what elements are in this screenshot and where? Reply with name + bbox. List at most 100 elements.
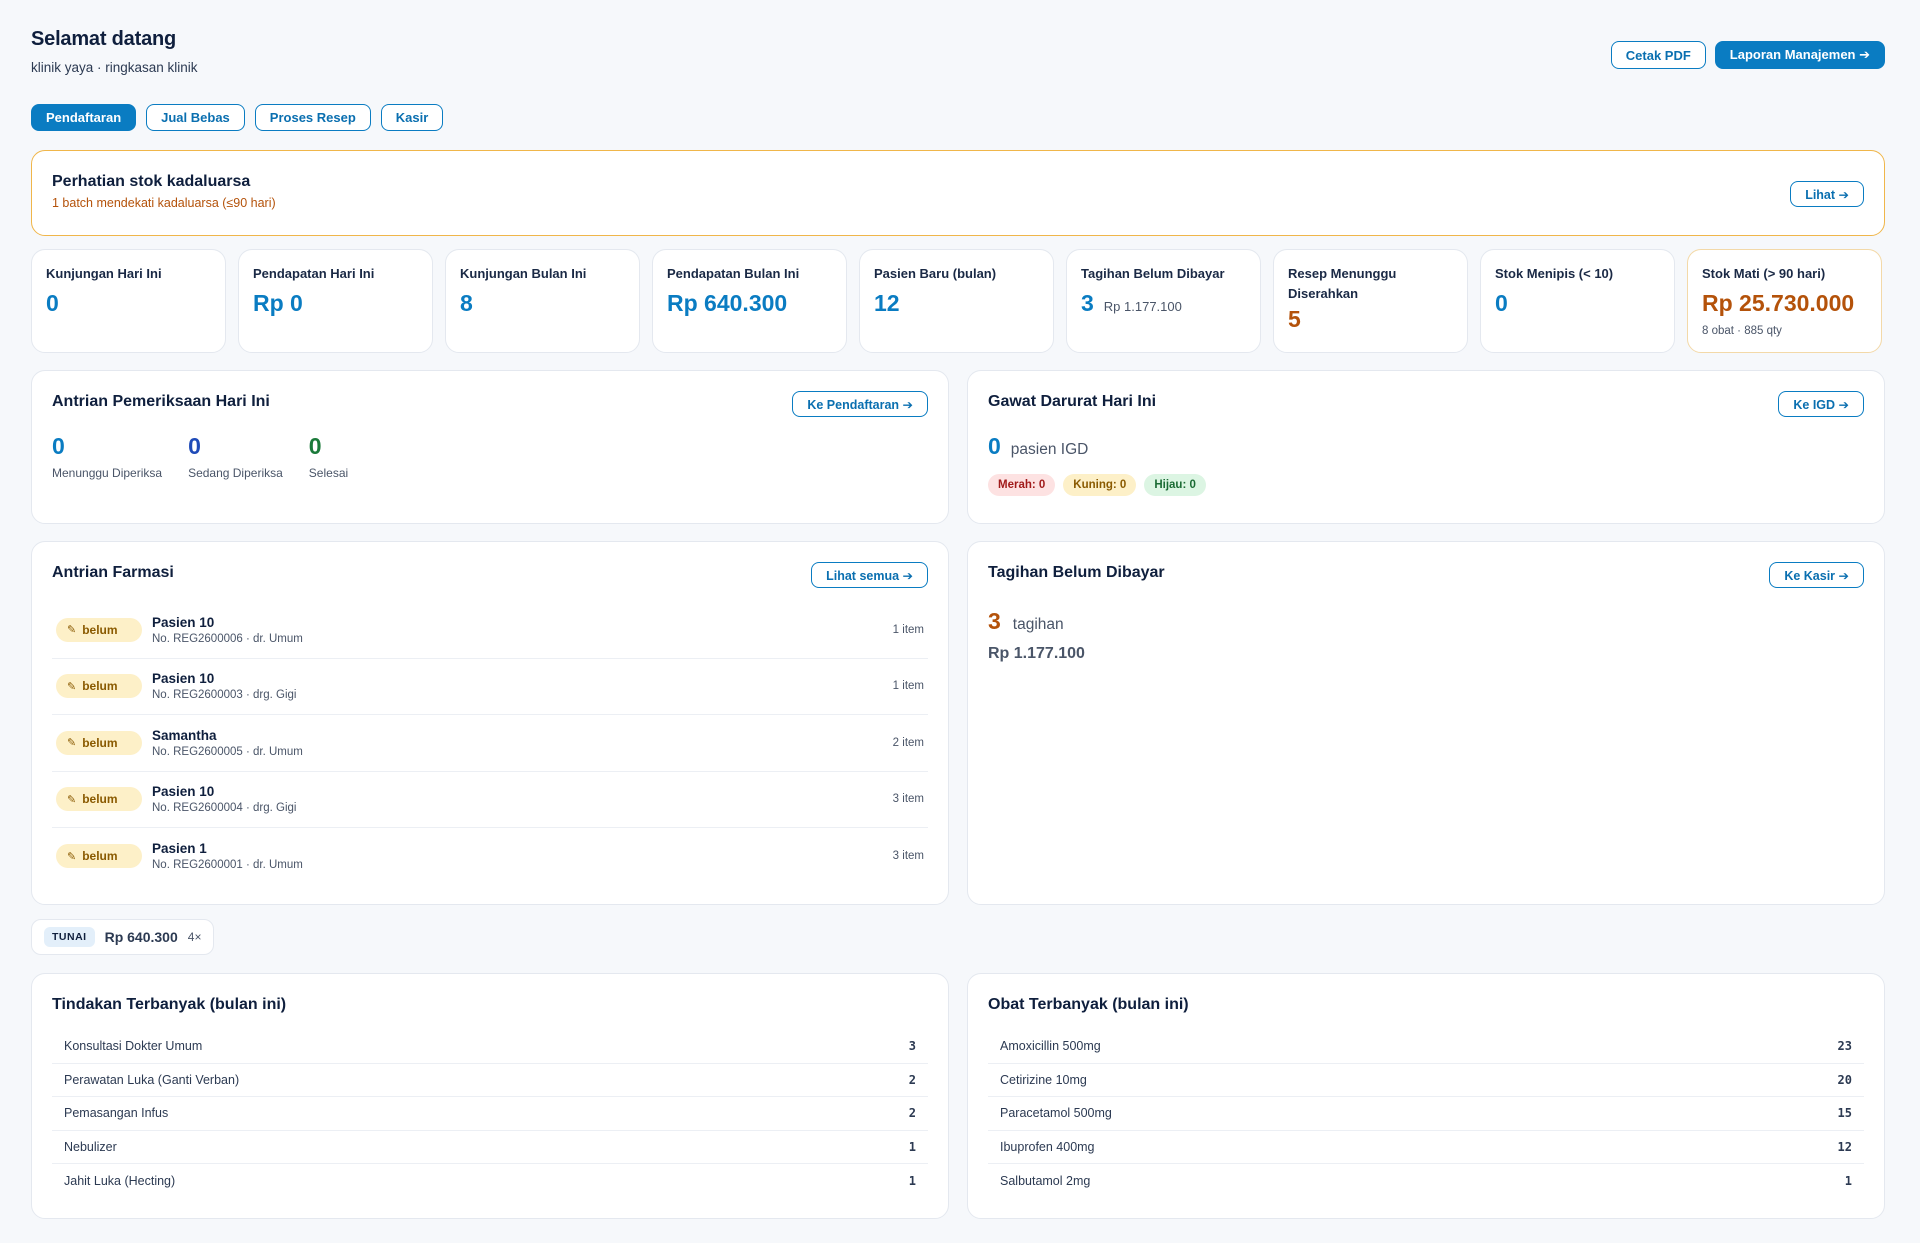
item-name: Pemasangan Infus	[64, 1106, 169, 1121]
item-value: 2	[908, 1072, 916, 1087]
item-count: 1 item	[892, 623, 924, 636]
item-name: Perawatan Luka (Ganti Verban)	[64, 1072, 240, 1087]
view-all-button[interactable]: Lihat semua ➔	[811, 562, 928, 588]
status-badge: ✎ belum	[56, 730, 142, 755]
panel-title: Gawat Darurat Hari Ini	[988, 393, 1157, 410]
bill-count: 3	[988, 608, 1001, 634]
pill-icon: ✎	[67, 850, 77, 863]
tab-kasir[interactable]: Kasir	[380, 104, 444, 131]
stat-card: Stok Mati (> 90 hari) Rp 25.730.000 8 ob…	[1687, 249, 1882, 353]
payment-amount: Rp 640.300	[104, 929, 178, 945]
to-registration-button[interactable]: Ke Pendaftaran ➔	[792, 391, 928, 417]
patient-detail: No. REG2600006 · dr. Umum	[152, 632, 303, 645]
list-item: Salbutamol 2mg 1	[988, 1164, 1864, 1198]
panel-title: Tagihan Belum Dibayar	[988, 564, 1165, 581]
queue-waiting: 0 Menunggu Diperiksa	[52, 433, 162, 480]
stat-card: Pasien Baru (bulan) 12	[859, 249, 1054, 353]
item-name: Nebulizer	[64, 1139, 117, 1154]
patient-info: Pasien 10 No. REG2600004 · drg. Gigi	[152, 784, 893, 814]
bill-count-label: tagihan	[1012, 616, 1064, 633]
tab-jual-bebas[interactable]: Jual Bebas	[146, 104, 245, 131]
stat-value: 12	[874, 290, 900, 316]
list-item: Nebulizer 1	[52, 1131, 928, 1164]
print-pdf-button[interactable]: Cetak PDF	[1610, 41, 1706, 69]
to-cashier-button[interactable]: Ke Kasir ➔	[1769, 562, 1864, 588]
patient-name: Pasien 1	[152, 841, 207, 857]
item-value: 20	[1837, 1072, 1852, 1087]
list-item[interactable]: ✎ belum Pasien 10 No. REG2600003 · drg. G…	[52, 659, 928, 715]
stat-note: 8 obat · 885 qty	[1702, 325, 1782, 337]
stat-card: Pendapatan Bulan Ini Rp 640.300	[652, 249, 847, 353]
item-value: 1	[908, 1139, 916, 1154]
list-item[interactable]: ✎ belum Pasien 1 No. REG2600001 · dr. Umu…	[52, 828, 928, 885]
list-item: Cetirizine 10mg 20	[988, 1064, 1864, 1097]
patient-info: Pasien 1 No. REG2600001 · dr. Umum	[152, 841, 893, 871]
patient-name: Samantha	[152, 727, 217, 743]
tab-proses-resep[interactable]: Proses Resep	[254, 104, 371, 131]
panel-row: Antrian Pemeriksaan Hari Ini Ke Pendafta…	[31, 370, 1885, 524]
item-name: Konsultasi Dokter Umum	[64, 1039, 203, 1054]
alert-view-button[interactable]: Lihat ➔	[1790, 181, 1864, 207]
stat-label: Resep Menunggu Diserahkan	[1288, 266, 1397, 301]
igd-count-line: 0 pasien IGD	[988, 433, 1864, 460]
pill-icon: ✎	[67, 737, 77, 750]
management-report-button[interactable]: Laporan Manajemen ➔	[1714, 41, 1885, 69]
stat-label: Kunjungan Hari Ini	[46, 266, 162, 281]
stat-value: Rp 25.730.000	[1702, 290, 1855, 316]
pharmacy-queue-panel: Antrian Farmasi Lihat semua ➔ ✎ belum Pas…	[31, 541, 949, 905]
stat-value: Rp 0	[253, 290, 303, 316]
stat-value: 0	[1495, 290, 1508, 316]
triage-red-badge: Merah: 0	[988, 474, 1056, 496]
queue-label: Selesai	[308, 466, 349, 480]
item-value: 12	[1837, 1139, 1852, 1154]
status-text: belum	[82, 735, 118, 750]
igd-count-label: pasien IGD	[1010, 441, 1089, 458]
tab-pendaftaran[interactable]: Pendaftaran	[31, 104, 137, 131]
bill-amount: Rp 1.177.100	[988, 645, 1085, 662]
item-value: 3	[908, 1039, 916, 1054]
list-item[interactable]: ✎ belum Pasien 10 No. REG2600006 · dr. Um…	[52, 602, 928, 659]
stat-label: Pendapatan Bulan Ini	[667, 266, 800, 281]
stat-card: Pendapatan Hari Ini Rp 0	[238, 249, 433, 353]
stat-label: Kunjungan Bulan Ini	[460, 266, 587, 281]
stats-row: Kunjungan Hari Ini 0 Pendapatan Hari Ini…	[31, 249, 1885, 353]
stat-label: Stok Menipis (< 10)	[1495, 266, 1614, 281]
queue-count: 0	[52, 433, 65, 459]
pill-icon: ✎	[67, 680, 77, 693]
item-count: 3 item	[892, 850, 924, 863]
item-name: Ibuprofen 400mg	[1000, 1139, 1095, 1154]
item-value: 2	[908, 1106, 916, 1121]
stat-value: 8	[460, 290, 473, 316]
patient-name: Pasien 10	[152, 614, 215, 630]
to-igd-button[interactable]: Ke IGD ➔	[1778, 391, 1864, 417]
list-item[interactable]: ✎ belum Pasien 10 No. REG2600004 · drg. G…	[52, 772, 928, 828]
queue-label: Sedang Diperiksa	[188, 466, 283, 480]
triage-pills: Merah: 0 Kuning: 0 Hijau: 0	[988, 474, 1864, 496]
list-item[interactable]: ✎ belum Samantha No. REG2600005 · dr. Umu…	[52, 715, 928, 772]
queue-label: Menunggu Diperiksa	[52, 466, 163, 480]
payment-count: 4×	[187, 930, 202, 944]
stat-card: Resep Menunggu Diserahkan 5	[1273, 249, 1468, 353]
patient-info: Pasien 10 No. REG2600006 · dr. Umum	[152, 615, 893, 645]
drug-list: Amoxicillin 500mg 23 Cetirizine 10mg 20 …	[988, 1030, 1864, 1198]
item-value: 1	[1844, 1173, 1852, 1188]
header-actions: Cetak PDF Laporan Manajemen ➔	[1610, 41, 1885, 69]
status-badge: ✎ belum	[56, 617, 142, 642]
stat-label: Pasien Baru (bulan)	[874, 266, 997, 281]
status-text: belum	[82, 679, 118, 694]
item-count: 3 item	[892, 793, 924, 806]
status-badge: ✎ belum	[56, 674, 142, 699]
status-badge: ✎ belum	[56, 844, 142, 869]
stat-label: Stok Mati (> 90 hari)	[1702, 266, 1826, 281]
patient-detail: No. REG2600003 · drg. Gigi	[152, 689, 297, 702]
stat-value: Rp 640.300	[667, 290, 788, 316]
top-procedures-panel: Tindakan Terbanyak (bulan ini) Konsultas…	[31, 973, 949, 1219]
status-text: belum	[82, 792, 118, 807]
status-text: belum	[82, 849, 118, 864]
item-name: Paracetamol 500mg	[1000, 1106, 1112, 1121]
quick-nav: Pendaftaran Jual Bebas Proses Resep Kasi…	[31, 104, 1885, 131]
item-name: Salbutamol 2mg	[1000, 1173, 1091, 1188]
alert-subtitle: 1 batch mendekati kadaluarsa (≤90 hari)	[52, 196, 276, 210]
panel-title: Antrian Farmasi	[52, 564, 174, 581]
patient-info: Samantha No. REG2600005 · dr. Umum	[152, 728, 893, 758]
